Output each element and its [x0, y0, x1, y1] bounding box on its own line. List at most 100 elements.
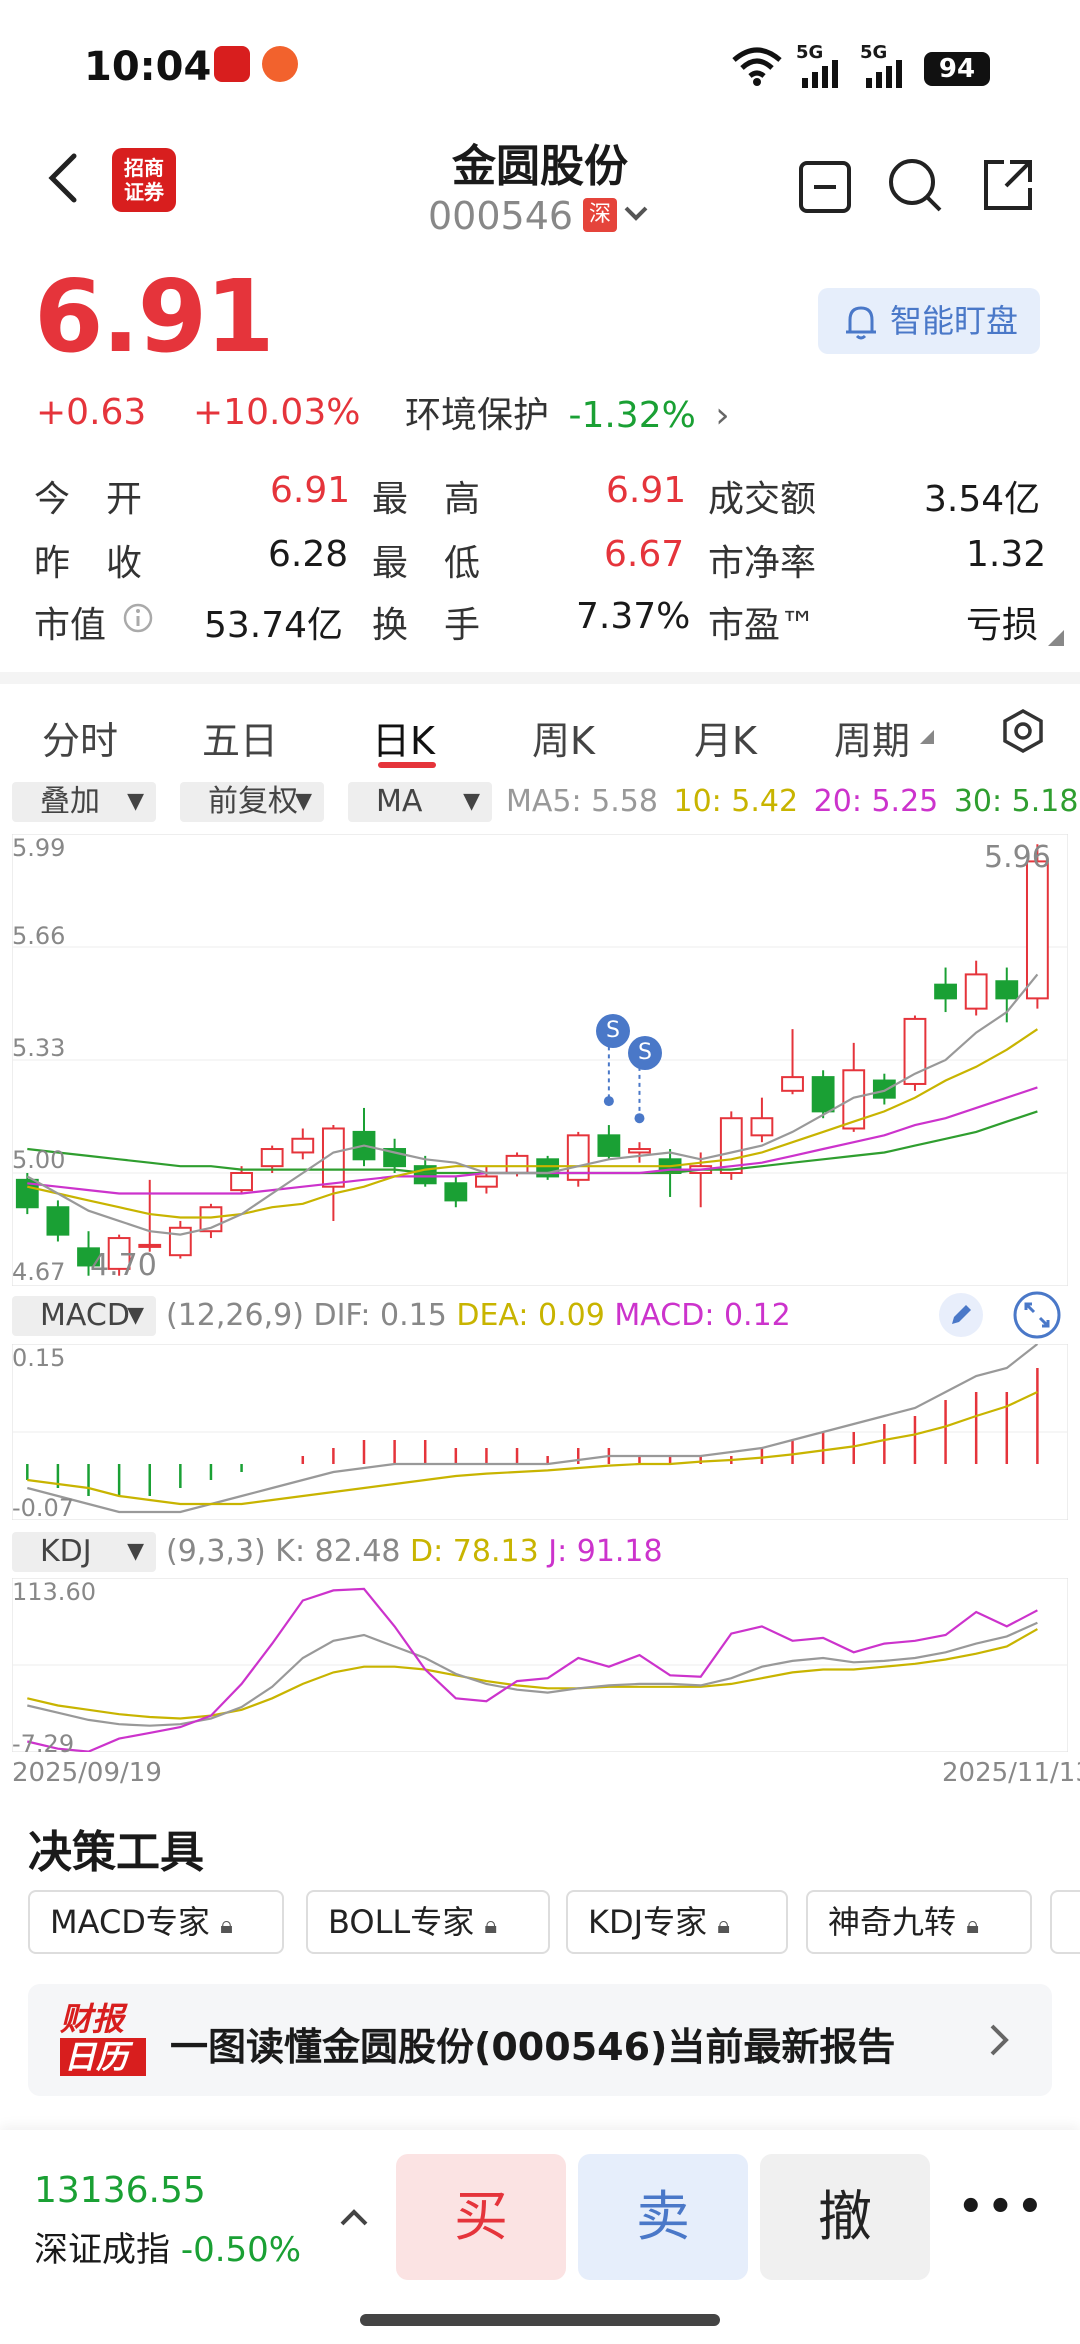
tool-magic-nine[interactable]: 神奇九转 🔒︎ — [806, 1890, 1032, 1954]
price-change-pct: +10.03% — [193, 392, 361, 433]
ma-legend: MA5: 5.58 10: 5.42 20: 5.25 30: 5.18 — [506, 784, 1078, 819]
sector-link[interactable]: 环境保护 -1.32% › — [405, 386, 730, 438]
expand-corner-icon[interactable] — [1046, 628, 1066, 648]
tool-more-partial[interactable] — [1050, 1890, 1080, 1954]
candle-body — [291, 1137, 315, 1154]
tool-boll-expert[interactable]: BOLL专家 🔒︎ — [306, 1890, 550, 1954]
candle-body — [46, 1206, 70, 1236]
decision-tools-title: 决策工具 — [28, 1827, 204, 1878]
candle-body — [628, 1148, 651, 1154]
edit-pencil-icon[interactable] — [938, 1292, 984, 1338]
search-icon[interactable] — [886, 156, 944, 214]
ma10-legend: 10: 5.42 — [673, 784, 799, 819]
index-value[interactable]: 13136.55 — [34, 2170, 206, 2211]
fullscreen-icon[interactable] — [1012, 1290, 1062, 1340]
candle-body — [964, 973, 988, 1010]
sell-signal-marker-2[interactable]: S — [628, 1036, 662, 1070]
market-cap-label: 市值 — [34, 605, 107, 646]
low-value: 6.67 — [604, 534, 685, 575]
chevron-up-icon[interactable] — [338, 2206, 370, 2228]
indicator-select-label: MA — [376, 784, 423, 819]
ma20-line — [27, 1086, 1038, 1195]
caret-down-icon: ▼ — [463, 789, 480, 814]
price-axis-l2: 5.66 — [12, 922, 66, 950]
report-text: 一图读懂金圆股份(000546)当前最新报告 — [170, 2025, 896, 2069]
chevron-right-icon: › — [715, 395, 730, 436]
tab-period[interactable]: 周期 — [834, 710, 910, 765]
prev-close-value: 6.28 — [268, 534, 349, 575]
caret-down-icon: ▼ — [295, 789, 312, 814]
chevron-down-icon[interactable] — [622, 204, 650, 224]
candle-body — [811, 1076, 835, 1113]
dif-line — [27, 1344, 1039, 1514]
share-icon[interactable] — [978, 156, 1036, 214]
adjust-select-label: 前复权 — [208, 784, 298, 819]
adjust-select[interactable]: 前复权 ▼ — [180, 782, 324, 822]
smart-watch-button[interactable]: 智能盯盘 — [818, 288, 1040, 354]
index-info[interactable]: 深证成指 -0.50% — [34, 2222, 301, 2271]
candle-body — [505, 1154, 529, 1174]
macd-value: MACD: 0.12 — [614, 1298, 791, 1333]
signal-icon-1 — [802, 60, 838, 88]
lock-icon: 🔒︎ — [966, 1911, 979, 1939]
battery-indicator: 94 — [924, 52, 990, 86]
tab-monthly-k[interactable]: 月K — [694, 710, 757, 765]
report-badge: 财报 日历 — [60, 2000, 146, 2080]
index-pct: -0.50% — [180, 2230, 302, 2270]
kdj-chart[interactable] — [12, 1578, 1068, 1752]
open-label: 今 开 — [34, 479, 143, 520]
tab-weekly-k[interactable]: 周K — [532, 710, 595, 765]
macd-select[interactable]: MACD ▼ — [12, 1296, 156, 1336]
pe-value: 亏损 — [966, 605, 1039, 646]
pb-label: 市净率 — [708, 543, 817, 584]
settings-hexagon-icon[interactable] — [1000, 708, 1046, 754]
prev-close-label: 昨 收 — [34, 543, 143, 584]
min-price-label: 4.70 — [90, 1248, 157, 1283]
kdj-axis-top: 113.60 — [12, 1578, 96, 1606]
macd-dif: DIF: 0.15 — [313, 1298, 447, 1333]
candle-body — [475, 1175, 498, 1188]
tool-macd-expert[interactable]: MACD专家 🔒︎ — [28, 1890, 284, 1954]
macd-chart[interactable] — [12, 1344, 1068, 1520]
tab-daily-k[interactable]: 日K — [372, 710, 435, 765]
stock-code[interactable]: 000546 — [428, 194, 573, 238]
turnover-amount-label: 成交额 — [708, 479, 817, 520]
macd-axis-top: 0.15 — [12, 1344, 66, 1372]
candle-body — [995, 980, 1019, 1000]
overlay-select[interactable]: 叠加 ▼ — [12, 782, 156, 822]
signal-icon-2 — [866, 60, 902, 88]
indicator-select[interactable]: MA ▼ — [348, 782, 492, 822]
buy-button[interactable]: 买 — [396, 2154, 566, 2280]
candle-body — [872, 1079, 896, 1099]
status-time: 10:04 — [84, 44, 212, 90]
more-menu-button[interactable]: ••• — [958, 2184, 1047, 2230]
info-icon[interactable] — [122, 602, 154, 634]
lock-icon: 🔒︎ — [220, 1911, 233, 1939]
sell-button[interactable]: 卖 — [578, 2154, 748, 2280]
candle-body — [1025, 860, 1049, 1000]
price-axis-top: 5.99 — [12, 834, 66, 862]
macd-axis-bottom: -0.07 — [12, 1494, 75, 1522]
kdj-j-line — [27, 1587, 1038, 1752]
sell-signal-marker[interactable]: S — [596, 1014, 630, 1048]
minus-square-icon[interactable] — [798, 160, 852, 214]
tab-intraday[interactable]: 分时 — [42, 710, 118, 765]
ma30-legend: 30: 5.18 — [953, 784, 1079, 819]
ma20-legend: 20: 5.25 — [813, 784, 939, 819]
tool-kdj-expert[interactable]: KDJ专家 🔒︎ — [566, 1890, 788, 1954]
kdj-select-label: KDJ — [40, 1534, 92, 1569]
kdj-j: J: 91.18 — [548, 1534, 663, 1569]
kdj-params: (9,3,3) — [166, 1534, 266, 1569]
wifi-icon — [732, 47, 782, 86]
tab-five-day[interactable]: 五日 — [202, 710, 278, 765]
turnover-rate-label: 换 手 — [372, 605, 481, 646]
cancel-order-button[interactable]: 撤 — [760, 2154, 930, 2280]
candlestick-chart[interactable] — [12, 834, 1068, 1286]
current-price: 6.91 — [34, 258, 275, 375]
candle-body — [260, 1148, 284, 1168]
pe-label: 市盈™ — [708, 605, 817, 646]
candle-body — [934, 983, 957, 1000]
kdj-select[interactable]: KDJ ▼ — [12, 1532, 156, 1572]
signal-dot — [634, 1113, 645, 1124]
ma5-line — [26, 973, 1039, 1236]
